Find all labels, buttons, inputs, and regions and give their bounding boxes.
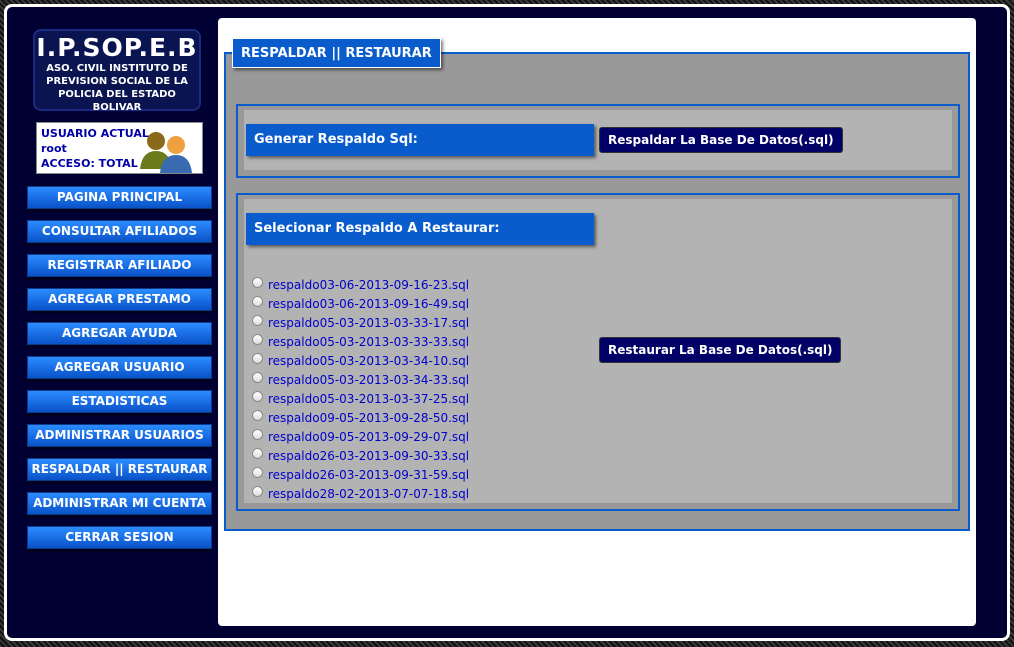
users-icon [140,132,192,173]
file-name[interactable]: respaldo05-03-2013-03-34-33.sql [268,373,469,387]
restore-section-inner: Selecionar Respaldo A Restaurar: Restaur… [244,199,952,503]
file-radio[interactable] [252,315,263,326]
file-option: respaldo09-05-2013-09-29-07.sql [252,427,469,446]
logo-subtitle-1: ASO. CIVIL INSTITUTO DE [46,63,188,74]
backup-restore-panel: Generar Respaldo Sql: Respaldar La Base … [224,52,970,531]
logo-subtitle-3: POLICIA DEL ESTADO BOLIVAR [58,89,176,113]
menu-cerrar-sesion[interactable]: CERRAR SESION [27,526,212,549]
file-name[interactable]: respaldo26-03-2013-09-30-33.sql [268,449,469,463]
file-option: respaldo05-03-2013-03-34-33.sql [252,370,469,389]
file-radio[interactable] [252,372,263,383]
file-name[interactable]: respaldo05-03-2013-03-33-17.sql [268,316,469,330]
file-option: respaldo05-03-2013-03-33-33.sql [252,332,469,351]
file-radio[interactable] [252,467,263,478]
current-user-label: USUARIO ACTUAL [41,127,149,140]
file-option: respaldo28-02-2013-07-07-18.sql [252,484,469,503]
menu-estadisticas[interactable]: ESTADISTICAS [27,390,212,413]
file-radio[interactable] [252,334,263,345]
menu-agregar-usuario[interactable]: AGREGAR USUARIO [27,356,212,379]
file-name[interactable]: respaldo05-03-2013-03-33-33.sql [268,335,469,349]
menu-administrar-mi-cuenta[interactable]: ADMINISTRAR MI CUENTA [27,492,212,515]
logo-subtitle-2: PREVISION SOCIAL DE LA [46,76,188,87]
menu-registrar-afiliado[interactable]: REGISTRAR AFILIADO [27,254,212,277]
file-name[interactable]: respaldo05-03-2013-03-37-25.sql [268,392,469,406]
file-option: respaldo03-06-2013-09-16-23.sql [252,275,469,294]
logo-title: I.P.SOP.E.B [36,33,198,62]
file-radio[interactable] [252,410,263,421]
panel-legend: RESPALDAR || RESTAURAR [232,38,441,68]
file-name[interactable]: respaldo09-05-2013-09-28-50.sql [268,411,469,425]
file-radio[interactable] [252,486,263,497]
access-level: ACCESO: TOTAL [41,157,138,170]
file-option: respaldo26-03-2013-09-30-33.sql [252,446,469,465]
backup-database-button[interactable]: Respaldar La Base De Datos(.sql) [599,127,843,153]
file-name[interactable]: respaldo03-06-2013-09-16-23.sql [268,278,469,292]
file-option: respaldo05-03-2013-03-34-10.sql [252,351,469,370]
menu-agregar-ayuda[interactable]: AGREGAR AYUDA [27,322,212,345]
logo: I.P.SOP.E.B ASO. CIVIL INSTITUTO DE PREV… [33,29,201,113]
menu-pagina-principal[interactable]: PAGINA PRINCIPAL [27,186,212,209]
file-radio[interactable] [252,353,263,364]
backup-section-inner: Generar Respaldo Sql: Respaldar La Base … [244,110,952,170]
file-name[interactable]: respaldo26-03-2013-09-31-59.sql [268,468,469,482]
main-content: Generar Respaldo Sql: Respaldar La Base … [218,18,976,626]
file-radio[interactable] [252,277,263,288]
backup-section: Generar Respaldo Sql: Respaldar La Base … [236,104,960,178]
current-user-box: USUARIO ACTUAL root ACCESO: TOTAL [36,122,203,174]
file-option: respaldo05-03-2013-03-33-17.sql [252,313,469,332]
file-radio[interactable] [252,448,263,459]
file-name[interactable]: respaldo09-05-2013-09-29-07.sql [268,430,469,444]
file-radio[interactable] [252,296,263,307]
menu-consultar-afiliados[interactable]: CONSULTAR AFILIADOS [27,220,212,243]
file-name[interactable]: respaldo03-06-2013-09-16-49.sql [268,297,469,311]
restore-database-button[interactable]: Restaurar La Base De Datos(.sql) [599,337,842,363]
file-option: respaldo05-03-2013-03-37-25.sql [252,389,469,408]
file-option: respaldo09-05-2013-09-28-50.sql [252,408,469,427]
backup-file-list: respaldo03-06-2013-09-16-23.sql respaldo… [252,275,469,503]
menu-respaldar-restaurar[interactable]: RESPALDAR || RESTAURAR [27,458,212,481]
file-name[interactable]: respaldo05-03-2013-03-34-10.sql [268,354,469,368]
menu-agregar-prestamo[interactable]: AGREGAR PRESTAMO [27,288,212,311]
backup-label: Generar Respaldo Sql: [246,124,594,156]
file-radio[interactable] [252,391,263,402]
menu-administrar-usuarios[interactable]: ADMINISTRAR USUARIOS [27,424,212,447]
file-name[interactable]: respaldo28-02-2013-07-07-18.sql [268,487,469,501]
current-user-name: root [41,142,67,155]
file-option: respaldo03-06-2013-09-16-49.sql [252,294,469,313]
sidebar-menu: PAGINA PRINCIPAL CONSULTAR AFILIADOS REG… [27,186,213,560]
restore-section: Selecionar Respaldo A Restaurar: Restaur… [236,193,960,511]
restore-label: Selecionar Respaldo A Restaurar: [246,213,594,245]
file-radio[interactable] [252,429,263,440]
file-option: respaldo26-03-2013-09-31-59.sql [252,465,469,484]
